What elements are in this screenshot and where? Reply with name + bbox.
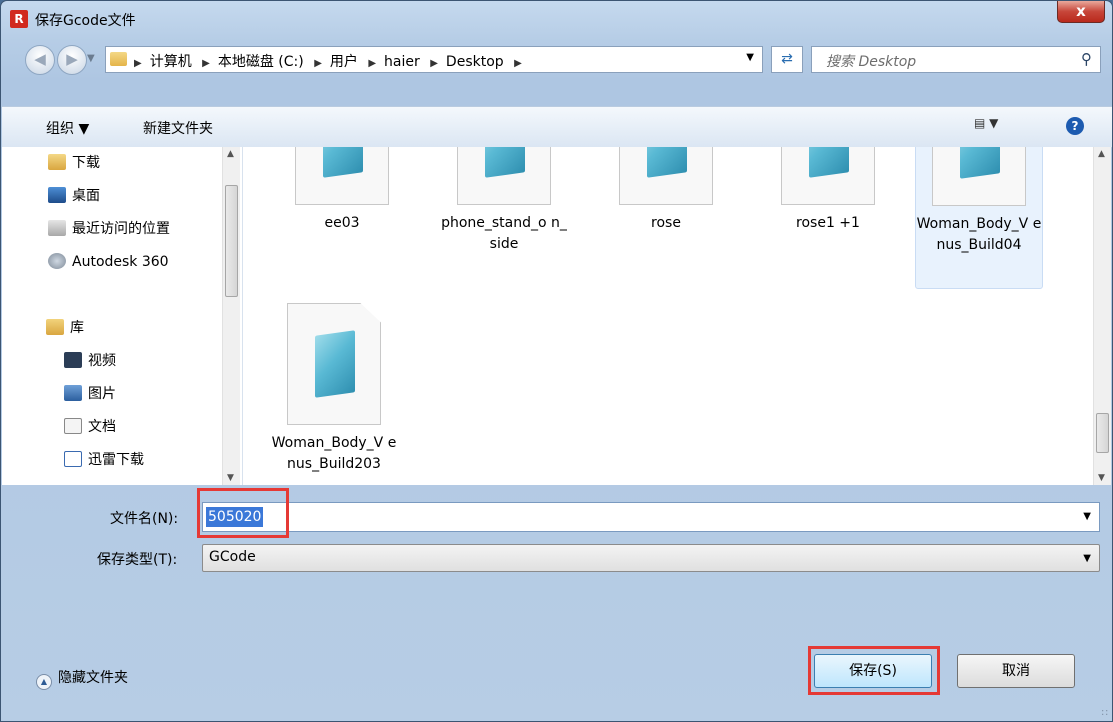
navigation-pane: 下载 桌面 最近访问的位置 Autodesk 360 库 视频 图片 文档 迅雷… <box>2 147 243 485</box>
breadcrumb-haier[interactable]: haier <box>384 54 420 70</box>
hide-folders-toggle[interactable]: ▲ 隐藏文件夹 <box>36 667 128 690</box>
sidebar-item-xunlei[interactable]: 迅雷下载 <box>64 448 144 472</box>
notepad-file-icon <box>287 303 381 425</box>
resize-grip-icon[interactable]: ∷ <box>1102 708 1108 719</box>
file-item[interactable]: rose1 +1 <box>765 147 891 234</box>
sidebar-item-video[interactable]: 视频 <box>64 349 116 373</box>
file-list-scrollbar[interactable]: ▲ ▼ <box>1093 147 1111 485</box>
filename-field[interactable]: 505020 ▼ <box>202 502 1100 532</box>
scroll-up-icon[interactable]: ▲ <box>227 149 234 159</box>
sidebar-item-libraries[interactable]: 库 <box>46 316 84 340</box>
scrollbar-thumb[interactable] <box>225 185 238 297</box>
title-bar: R 保存Gcode文件 x <box>1 1 1112 35</box>
chevron-down-icon: ▼ <box>87 53 95 64</box>
breadcrumb-users[interactable]: 用户 <box>330 54 358 70</box>
breadcrumb-desktop[interactable]: Desktop <box>446 54 504 70</box>
scrollbar-thumb[interactable] <box>1096 413 1109 453</box>
cloud-icon <box>48 253 66 269</box>
refresh-icon: ⇄ <box>781 51 793 67</box>
document-icon <box>64 418 82 434</box>
command-toolbar: 组织 ▼ 新建文件夹 ▤ ▼ ? <box>2 106 1112 148</box>
new-folder-button[interactable]: 新建文件夹 <box>143 118 213 138</box>
file-item-selected[interactable]: Woman_Body_V enus_Build04 <box>915 147 1043 289</box>
highlight-box <box>808 646 940 695</box>
sidebar-item-recent[interactable]: 最近访问的位置 <box>48 217 170 241</box>
notepad-file-icon <box>781 147 875 205</box>
search-placeholder: 搜索 Desktop <box>826 54 917 70</box>
chevron-right-icon: ▶ <box>202 58 210 69</box>
sidebar-item-desktop[interactable]: 桌面 <box>48 184 100 208</box>
chevron-down-icon[interactable]: ▼ <box>1083 511 1091 522</box>
search-input[interactable]: 搜索 Desktop ⚲ <box>811 46 1101 73</box>
scroll-down-icon[interactable]: ▼ <box>1098 473 1105 483</box>
arrow-right-icon: ▶ <box>66 50 78 68</box>
sidebar-item-documents[interactable]: 文档 <box>64 415 116 439</box>
help-icon[interactable]: ? <box>1066 117 1084 135</box>
file-item[interactable]: rose <box>603 147 729 234</box>
file-item[interactable]: ee03 <box>279 147 405 234</box>
view-icon: ▤ ▼ <box>974 116 999 130</box>
chevron-right-icon: ▶ <box>368 58 377 69</box>
filename-label: 文件名(N): <box>110 511 179 527</box>
picture-icon <box>64 385 82 401</box>
download-icon <box>64 451 82 467</box>
notepad-file-icon <box>457 147 551 205</box>
collapse-icon: ▲ <box>36 674 52 690</box>
arrow-left-icon: ◀ <box>34 50 46 68</box>
address-bar[interactable]: ▶ 计算机 ▶ 本地磁盘 (C:) ▶ 用户 ▶ haier ▶ Desktop ▶ ▼ <box>105 46 763 73</box>
notepad-file-icon <box>932 147 1026 206</box>
breadcrumb-local-disk[interactable]: 本地磁盘 (C:) <box>218 54 304 70</box>
library-icon <box>46 319 64 335</box>
forward-button[interactable]: ▶ <box>57 45 87 75</box>
file-item[interactable]: phone_stand_o n_side <box>441 147 567 255</box>
back-button[interactable]: ◀ <box>25 45 55 75</box>
filetype-label: 保存类型(T): <box>97 552 178 568</box>
file-list: ee03 phone_stand_o n_side rose rose1 +1 … <box>243 147 1111 485</box>
refresh-button[interactable]: ⇄ <box>771 46 803 73</box>
chevron-right-icon: ▶ <box>514 58 522 69</box>
sidebar-scrollbar[interactable]: ▲ ▼ <box>222 147 240 485</box>
address-dropdown-icon[interactable]: ▼ <box>746 52 754 63</box>
sidebar-item-downloads[interactable]: 下载 <box>48 151 100 175</box>
video-icon <box>64 352 82 368</box>
breadcrumb: ▶ 计算机 ▶ 本地磁盘 (C:) ▶ 用户 ▶ haier ▶ Desktop ▶ <box>134 51 530 71</box>
change-view-button[interactable]: ▤ ▼ <box>974 116 1014 136</box>
sidebar-item-autodesk[interactable]: Autodesk 360 <box>48 250 169 274</box>
folder-icon <box>110 52 127 66</box>
file-item[interactable]: Woman_Body_V enus_Build203 <box>271 303 397 475</box>
notepad-file-icon <box>295 147 389 205</box>
save-form: 文件名(N): 505020 ▼ 保存类型(T): GCode ▼ ▲ 隐藏文件夹… <box>2 486 1112 722</box>
sidebar-item-pictures[interactable]: 图片 <box>64 382 116 406</box>
desktop-icon <box>48 187 66 203</box>
navigation-bar: ◀ ▶ ▼ ▶ 计算机 ▶ 本地磁盘 (C:) ▶ 用户 ▶ haier ▶ Deskto… <box>1 41 1112 77</box>
scroll-down-icon[interactable]: ▼ <box>227 473 234 483</box>
notepad-file-icon <box>619 147 713 205</box>
breadcrumb-computer[interactable]: 计算机 <box>150 54 192 70</box>
window-title: 保存Gcode文件 <box>35 13 136 29</box>
save-dialog-window: R 保存Gcode文件 x ◀ ▶ ▼ ▶ 计算机 ▶ 本地磁盘 (C:) ▶ 用户 … <box>0 0 1113 722</box>
close-button[interactable]: x <box>1057 1 1105 23</box>
scroll-up-icon[interactable]: ▲ <box>1098 149 1105 159</box>
recent-locations-dropdown[interactable]: ▼ <box>87 53 101 67</box>
filetype-select[interactable]: GCode ▼ <box>202 544 1100 572</box>
app-icon: R <box>10 10 28 28</box>
chevron-right-icon: ▶ <box>430 58 438 69</box>
chevron-down-icon[interactable]: ▼ <box>1083 553 1091 564</box>
filetype-value: GCode <box>209 549 256 565</box>
chevron-right-icon: ▶ <box>134 58 142 69</box>
cancel-button[interactable]: 取消 <box>957 654 1075 688</box>
download-folder-icon <box>48 154 66 170</box>
close-icon: x <box>1076 2 1086 20</box>
highlight-box <box>197 488 289 538</box>
chevron-right-icon: ▶ <box>314 58 322 69</box>
recent-places-icon <box>48 220 66 236</box>
organize-button[interactable]: 组织 ▼ <box>46 118 89 138</box>
search-icon[interactable]: ⚲ <box>1081 50 1092 68</box>
